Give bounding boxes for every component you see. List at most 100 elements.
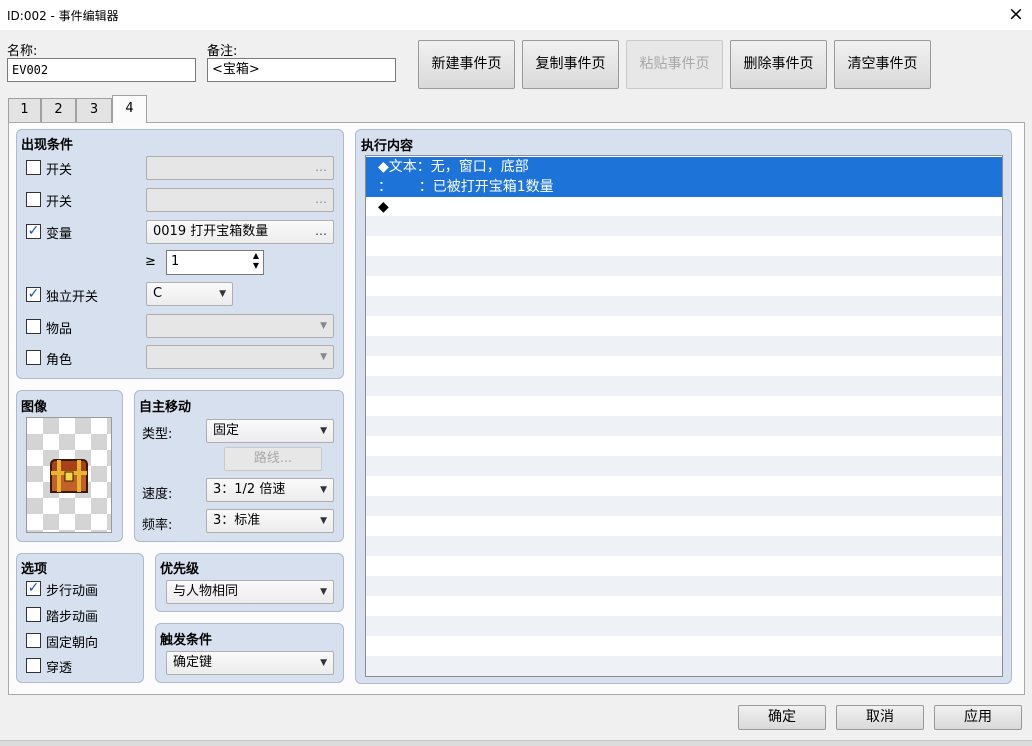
- variable-checkbox[interactable]: ✓: [26, 224, 41, 239]
- frequency-select[interactable]: 3：标准 ▼: [206, 509, 334, 533]
- chevron-down-icon: ▼: [320, 516, 327, 526]
- row-stripe: [366, 576, 1002, 596]
- actor-select[interactable]: ▼: [146, 345, 334, 369]
- chevron-down-icon: ▼: [320, 352, 327, 362]
- delete-page-button[interactable]: 删除事件页: [730, 40, 827, 89]
- new-page-button[interactable]: 新建事件页: [418, 40, 515, 89]
- item-select[interactable]: ▼: [146, 314, 334, 338]
- row-stripe: [366, 256, 1002, 276]
- self-switch-label: 独立开关: [46, 290, 99, 305]
- paste-page-button[interactable]: 粘贴事件页: [626, 40, 723, 89]
- ellipsis-icon: …: [315, 224, 327, 238]
- actor-checkbox[interactable]: [26, 350, 41, 365]
- frequency-value: 3：标准: [213, 513, 261, 528]
- row-stripe: [366, 536, 1002, 556]
- title-bar: [0, 0, 1032, 30]
- bottom-edge: [0, 740, 1032, 746]
- variable-amount-spinner[interactable]: 1 ▲ ▼: [166, 250, 264, 275]
- variable-value: 0019 打开宝箱数量: [153, 224, 269, 239]
- chevron-down-icon: ▼: [320, 485, 327, 495]
- command-list[interactable]: ◆文本：无，窗口，底部 ： ：已被打开宝箱1数量 ◆: [365, 155, 1003, 677]
- chevron-down-icon: ▼: [320, 587, 327, 597]
- cancel-button[interactable]: 取消: [836, 705, 924, 730]
- speed-label: 速度:: [142, 487, 173, 502]
- row-stripe: [366, 336, 1002, 356]
- tab-4[interactable]: 4: [112, 95, 147, 123]
- command-line[interactable]: ： ：已被打开宝箱1数量: [366, 177, 1002, 197]
- tab-3[interactable]: 3: [76, 98, 112, 122]
- window-title: ID:002 - 事件编辑器: [7, 9, 119, 23]
- variable-picker[interactable]: 0019 打开宝箱数量 …: [146, 220, 334, 244]
- priority-value: 与人物相同: [173, 584, 239, 599]
- name-label: 名称:: [7, 44, 38, 59]
- ok-button[interactable]: 确定: [738, 705, 826, 730]
- chevron-down-icon: ▼: [320, 426, 327, 436]
- note-label: 备注:: [207, 44, 238, 59]
- item-checkbox[interactable]: [26, 319, 41, 334]
- actor-label: 角色: [46, 353, 73, 368]
- contents-title: 执行内容: [361, 139, 414, 154]
- through-checkbox[interactable]: [26, 658, 41, 673]
- options-title: 选项: [21, 562, 48, 577]
- priority-title: 优先级: [160, 562, 200, 577]
- self-switch-checkbox[interactable]: ✓: [26, 287, 41, 302]
- trigger-select[interactable]: 确定键 ▼: [166, 651, 334, 675]
- through-label: 穿透: [46, 661, 73, 676]
- row-stripe: [366, 656, 1002, 676]
- chevron-down-icon: ▼: [320, 321, 327, 331]
- treasure-chest-icon: [50, 459, 88, 493]
- speed-value: 3：1/2 倍速: [213, 482, 286, 497]
- operator-label: ≥: [145, 254, 156, 269]
- variable-label: 变量: [46, 227, 73, 242]
- frequency-label: 频率:: [142, 518, 173, 533]
- row-stripe: [366, 456, 1002, 476]
- trigger-title: 触发条件: [160, 633, 213, 648]
- switch1-picker[interactable]: …: [146, 156, 334, 180]
- direction-fix-label: 固定朝向: [46, 636, 99, 651]
- switch2-picker[interactable]: …: [146, 188, 334, 212]
- chevron-down-icon: ▼: [320, 658, 327, 668]
- ellipsis-icon: …: [315, 192, 327, 206]
- self-switch-value: C: [153, 286, 163, 301]
- chevron-down-icon: ▼: [219, 289, 226, 299]
- row-stripe: [366, 376, 1002, 396]
- apply-button[interactable]: 应用: [934, 705, 1022, 730]
- name-input[interactable]: EV002: [7, 58, 196, 82]
- row-stripe: [366, 416, 1002, 436]
- speed-select[interactable]: 3：1/2 倍速 ▼: [206, 478, 334, 502]
- move-type-select[interactable]: 固定 ▼: [206, 419, 334, 443]
- row-stripe: [366, 616, 1002, 636]
- trigger-value: 确定键: [173, 655, 213, 670]
- switch2-checkbox[interactable]: [26, 192, 41, 207]
- row-stripe: [366, 296, 1002, 316]
- row-stripe: [366, 496, 1002, 516]
- walk-anim-label: 步行动画: [46, 584, 99, 599]
- autonomous-title: 自主移动: [139, 400, 192, 415]
- priority-select[interactable]: 与人物相同 ▼: [166, 580, 334, 604]
- direction-fix-checkbox[interactable]: [26, 633, 41, 648]
- type-label: 类型:: [142, 427, 173, 442]
- tab-2[interactable]: 2: [41, 98, 76, 122]
- command-line[interactable]: ◆: [366, 197, 1002, 217]
- move-type-value: 固定: [213, 423, 240, 438]
- walk-anim-checkbox[interactable]: ✓: [26, 581, 41, 596]
- image-title: 图像: [21, 400, 48, 415]
- close-icon[interactable]: ×: [1006, 3, 1026, 25]
- self-switch-select[interactable]: C ▼: [146, 282, 233, 306]
- conditions-title: 出现条件: [21, 138, 74, 153]
- row-stripe: [366, 216, 1002, 236]
- image-preview[interactable]: [26, 417, 112, 533]
- copy-page-button[interactable]: 复制事件页: [522, 40, 619, 89]
- switch1-checkbox[interactable]: [26, 160, 41, 175]
- note-input[interactable]: <宝箱>: [207, 58, 396, 82]
- variable-amount: 1: [171, 254, 180, 269]
- spinner-arrows-icon[interactable]: ▲ ▼: [253, 251, 259, 271]
- step-anim-checkbox[interactable]: [26, 607, 41, 622]
- route-button[interactable]: 路线...: [224, 447, 322, 471]
- switch1-label: 开关: [46, 163, 73, 178]
- command-line[interactable]: ◆文本：无，窗口，底部: [366, 157, 1002, 177]
- step-anim-label: 踏步动画: [46, 610, 99, 625]
- switch2-label: 开关: [46, 195, 73, 210]
- tab-1[interactable]: 1: [8, 98, 41, 122]
- clear-page-button[interactable]: 清空事件页: [834, 40, 931, 89]
